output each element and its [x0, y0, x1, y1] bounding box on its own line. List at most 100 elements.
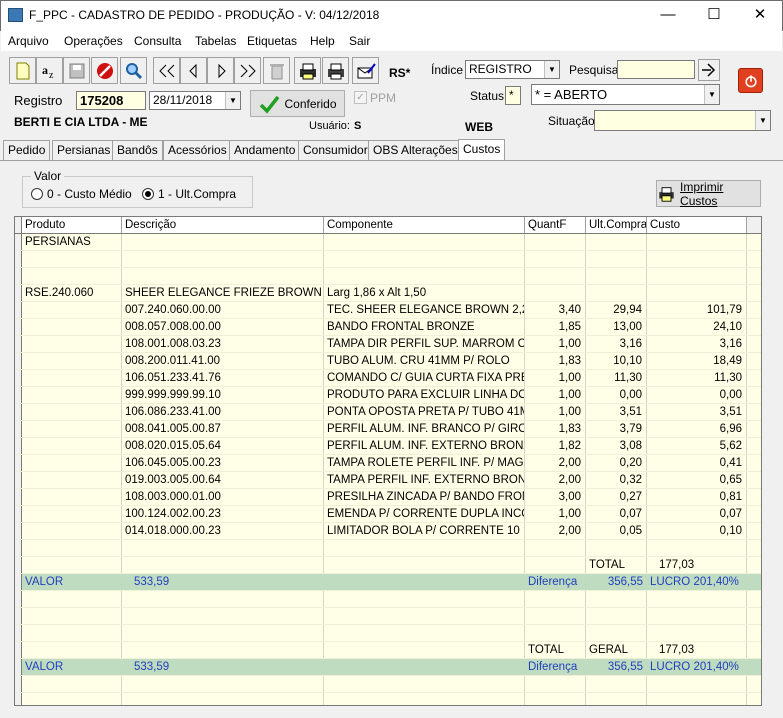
table-cell	[586, 693, 647, 705]
table-cell: 5,62	[647, 438, 747, 454]
col-produto[interactable]: Produto	[22, 217, 122, 233]
situacao-select[interactable]: ▼	[594, 110, 771, 131]
table-cell	[324, 608, 525, 624]
table-cell: 019.003.005.00.64	[122, 472, 324, 488]
menu-operacoes[interactable]: Operações	[64, 34, 123, 48]
menu-sair[interactable]: Sair	[349, 34, 370, 48]
table-row[interactable]: PERSIANAS	[15, 234, 761, 251]
table-row[interactable]: 019.003.005.00.64 TAMPA PERFIL INF. EXTER…	[15, 472, 761, 489]
imprimir-custos-button[interactable]: Imprimir Custos	[656, 180, 761, 208]
table-cell: 101,79	[647, 302, 747, 318]
table-row[interactable]: 007.240.060.00.00 TEC. SHEER ELEGANCE BRO…	[15, 302, 761, 319]
conferido-button[interactable]: Conferido	[250, 90, 345, 117]
table-cell	[586, 285, 647, 301]
tab-custos[interactable]: Custos	[458, 139, 506, 161]
table-cell	[586, 251, 647, 267]
close-button[interactable]: ✕	[737, 0, 783, 31]
tab-persianas[interactable]: Persianas	[52, 140, 116, 160]
table-row[interactable]: 106.051.233.41.76 COMANDO C/ GUIA CURTA F…	[15, 370, 761, 387]
status-select[interactable]: * = ABERTO ▼	[531, 84, 720, 105]
table-row[interactable]	[15, 693, 761, 705]
tab-pedido[interactable]: Pedido	[3, 140, 51, 160]
diferenca-label: Diferença	[528, 661, 578, 673]
exit-button[interactable]	[738, 68, 763, 93]
menu-help[interactable]: Help	[310, 34, 335, 48]
table-row[interactable]	[15, 608, 761, 625]
table-row[interactable]: 008.041.005.00.87 PERFIL ALUM. INF. BRANC…	[15, 421, 761, 438]
table-cell	[525, 625, 586, 641]
search-button[interactable]	[120, 57, 147, 84]
ult-compra-radio[interactable]	[142, 188, 154, 200]
table-row[interactable]: RSE.240.060 SHEER ELEGANCE FRIEZE BROWN La…	[15, 285, 761, 302]
menu-etiquetas[interactable]: Etiquetas	[247, 34, 297, 48]
valor-row: VALOR 533,59 Diferença 356,55 LUCRO 201,…	[15, 574, 761, 591]
date-picker[interactable]: 28/11/2018 ▼	[149, 91, 241, 110]
table-row[interactable]	[15, 625, 761, 642]
registro-input[interactable]: 175208	[76, 91, 146, 110]
save-button[interactable]	[63, 57, 90, 84]
print-button[interactable]	[294, 57, 321, 84]
table-row[interactable]	[15, 268, 761, 285]
tab-obs-alteracoes[interactable]: OBS Alterações	[368, 140, 463, 160]
table-cell	[525, 285, 586, 301]
table-cell: 3,51	[647, 404, 747, 420]
table-row[interactable]: 008.057.008.00.00 BANDO FRONTAL BRONZE 1,8…	[15, 319, 761, 336]
table-row[interactable]: 008.200.011.41.00 TUBO ALUM. CRU 41MM P/ …	[15, 353, 761, 370]
table-row[interactable]	[15, 540, 761, 557]
pesquisa-input[interactable]	[617, 60, 695, 79]
table-cell: 3,79	[586, 421, 647, 437]
table-row[interactable]: 106.045.005.00.23 TAMPA ROLETE PERFIL INF…	[15, 455, 761, 472]
table-cell: 3,16	[647, 336, 747, 352]
next-record-button[interactable]	[207, 57, 234, 84]
menu-consulta[interactable]: Consulta	[134, 34, 181, 48]
tab-acessorios[interactable]: Acessórios	[163, 140, 232, 160]
col-quantf[interactable]: QuantF	[525, 217, 586, 233]
custo-medio-radio[interactable]	[31, 188, 43, 200]
table-row[interactable]: 999.999.999.99.10 PRODUTO PARA EXCLUIR LI…	[15, 387, 761, 404]
chevron-down-icon: ▼	[755, 111, 770, 130]
tab-andamento[interactable]: Andamento	[229, 140, 301, 160]
table-cell: 007.240.060.00.00	[122, 302, 324, 318]
col-ult-compra[interactable]: Ult.Compra	[586, 217, 647, 233]
last-record-button[interactable]	[234, 57, 261, 84]
table-row[interactable]: 014.018.000.00.23 LIMITADOR BOLA P/ CORRE…	[15, 523, 761, 540]
tab-consumidor[interactable]: Consumidor	[298, 140, 373, 160]
table-cell	[22, 591, 122, 607]
ppm-checkbox[interactable]: ✓	[354, 91, 367, 104]
table-cell	[525, 693, 586, 705]
conferido-label: Conferido	[284, 96, 337, 111]
status-code-input[interactable]: *	[505, 86, 521, 105]
table-row[interactable]: 106.086.233.41.00 PONTA OPOSTA PRETA P/ T…	[15, 404, 761, 421]
delete-button[interactable]	[263, 57, 290, 84]
custos-grid[interactable]: Produto Descrição Componente QuantF Ult.…	[14, 216, 762, 706]
table-row[interactable]: 008.020.015.05.64 PERFIL ALUM. INF. EXTER…	[15, 438, 761, 455]
first-record-button[interactable]	[153, 57, 180, 84]
email-button[interactable]	[352, 57, 379, 84]
table-row[interactable]	[15, 251, 761, 268]
print-preview-button[interactable]	[322, 57, 349, 84]
table-cell: 0,07	[647, 506, 747, 522]
maximize-button[interactable]: ☐	[691, 0, 737, 31]
menu-tabelas[interactable]: Tabelas	[195, 34, 236, 48]
table-cell: TOTAL	[586, 557, 647, 573]
minimize-button[interactable]: —	[645, 0, 691, 31]
table-row[interactable]	[15, 676, 761, 693]
cancel-button[interactable]	[91, 57, 118, 84]
new-document-button[interactable]	[9, 57, 36, 84]
table-cell: 13,00	[586, 319, 647, 335]
previous-record-button[interactable]	[180, 57, 207, 84]
table-row[interactable]: TOTAL 177,03	[15, 557, 761, 574]
table-row[interactable]: 108.003.000.01.00 PRESILHA ZINCADA P/ BAN…	[15, 489, 761, 506]
table-row[interactable]: 108.001.008.03.23 TAMPA DIR PERFIL SUP. M…	[15, 336, 761, 353]
table-cell	[324, 591, 525, 607]
table-row[interactable]: 100.124.002.00.23 EMENDA P/ CORRENTE DUPL…	[15, 506, 761, 523]
col-componente[interactable]: Componente	[324, 217, 525, 233]
tab-bandos[interactable]: Bandôs	[112, 140, 163, 160]
table-row[interactable]	[15, 591, 761, 608]
pesquisa-go-button[interactable]	[698, 59, 720, 81]
spellcheck-button[interactable]: az	[36, 57, 63, 84]
indice-select[interactable]: REGISTRO ▼	[465, 60, 560, 79]
col-custo[interactable]: Custo	[647, 217, 747, 233]
col-descricao[interactable]: Descrição	[122, 217, 324, 233]
menu-arquivo[interactable]: Arquivo	[8, 34, 49, 48]
